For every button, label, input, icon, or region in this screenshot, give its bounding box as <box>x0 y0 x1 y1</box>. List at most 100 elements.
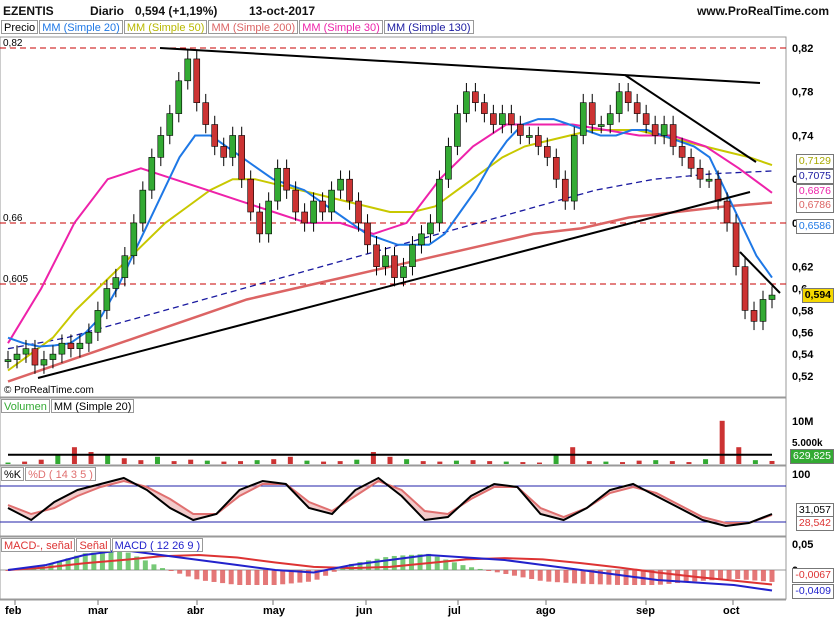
macd-hist-bar <box>469 567 475 570</box>
volume-bar <box>487 461 493 464</box>
candle-body <box>696 167 704 180</box>
volume-bar <box>221 461 227 464</box>
candle-body <box>94 310 102 333</box>
macd-hist-bar <box>563 570 569 583</box>
candle-body <box>13 353 21 360</box>
candle-body <box>445 146 452 180</box>
candle-body <box>409 244 416 267</box>
legend-stoch-d[interactable]: %D ( 14 3 5 ) <box>25 467 96 481</box>
macd-legend: MACD-, señal Señal MACD ( 12 26 9 ) <box>1 538 204 552</box>
macd-hist-bar <box>752 570 758 581</box>
candle-body <box>319 200 326 213</box>
volume-bar <box>204 460 210 464</box>
candle-body <box>588 102 596 125</box>
level-label-0605: 0,605 <box>3 274 28 285</box>
chip-macd-signal: -0,0067 <box>792 568 834 583</box>
macd-hist-bar <box>769 570 775 582</box>
candle-body <box>31 348 39 366</box>
candle-body <box>454 113 461 147</box>
candle-body <box>373 244 380 267</box>
volume-bar <box>420 461 426 464</box>
macd-hist-bar <box>572 570 578 584</box>
x-axis-label: abr <box>187 605 205 617</box>
candle-body <box>732 222 740 267</box>
candle-body <box>364 222 371 246</box>
candle-body <box>508 113 515 125</box>
x-axis-label: ago <box>536 605 556 617</box>
candle-body <box>166 113 174 136</box>
macd-hist-bar <box>760 570 766 582</box>
candle-body <box>759 299 767 322</box>
candle-body <box>337 178 344 191</box>
x-axis-label: may <box>263 605 286 617</box>
candle-body <box>193 58 201 103</box>
candle-body <box>633 102 641 114</box>
ma-line-50 <box>7 129 773 372</box>
candle-body <box>301 211 308 224</box>
candle-body <box>472 91 479 103</box>
macd-hist-bar <box>168 570 174 571</box>
candle-body <box>499 113 506 125</box>
price-tick-label: 0,56 <box>792 327 813 339</box>
candle-body <box>750 310 758 322</box>
legend-macd-signal-hist[interactable]: MACD-, señal <box>1 538 76 552</box>
candle-body <box>723 200 731 224</box>
volume-bar <box>354 459 360 464</box>
macd-hist-bar <box>211 570 217 582</box>
volume-bar <box>470 460 476 464</box>
x-axis-label: feb <box>5 605 22 617</box>
macd-hist-bar <box>546 570 552 582</box>
volume-bar <box>453 460 459 464</box>
macd-hist-bar <box>735 570 741 580</box>
candle-body <box>687 157 695 169</box>
level-label-066: 0,66 <box>3 213 23 224</box>
x-axis-label: jun <box>355 605 373 617</box>
copyright-label: © ProRealTime.com <box>4 385 94 396</box>
chip-ma20: 0,6586 <box>795 219 834 234</box>
volume-bar <box>769 460 775 464</box>
legend-volume-ma[interactable]: MM (Simple 20) <box>50 399 135 413</box>
macd-hist-bar <box>743 570 749 580</box>
candle-body <box>247 178 254 213</box>
macd-hist-bar <box>537 570 543 581</box>
macd-hist-bar <box>726 570 732 580</box>
volume-bar <box>703 459 709 464</box>
candle-body <box>67 342 75 349</box>
price-tick-label: 0,62 <box>792 262 813 274</box>
macd-hist-bar <box>160 568 166 570</box>
price-tick-label: 0,58 <box>792 305 813 317</box>
candle-body <box>139 189 147 224</box>
candle-body <box>463 91 470 114</box>
candle-body <box>121 255 129 278</box>
candle-body <box>49 353 57 360</box>
level-label-082: 0,82 <box>3 38 23 49</box>
macd-hist-bar <box>700 570 706 581</box>
legend-macd[interactable]: MACD ( 12 26 9 ) <box>111 538 204 552</box>
candle-body <box>58 342 66 355</box>
volume-bar <box>520 462 526 464</box>
volume-bar <box>154 456 160 464</box>
legend-volumen[interactable]: Volumen <box>1 399 50 413</box>
volume-bar <box>636 460 642 464</box>
macd-hist-bar <box>263 570 269 585</box>
price-tick-label: 0,78 <box>792 87 813 99</box>
moving-averages <box>7 118 773 383</box>
candle-body <box>229 135 237 158</box>
chart-canvas[interactable]: 0,82 0,66 0,605 0,820,780,740,70,660,620… <box>0 0 835 620</box>
volume-bar <box>653 460 659 464</box>
volume-bar <box>5 462 11 464</box>
chip-volume: 629,825 <box>790 449 834 464</box>
macd-hist-bar <box>151 564 157 570</box>
x-axis-label: sep <box>636 605 655 617</box>
candle-body <box>310 200 317 224</box>
ma-line-20 <box>7 118 773 348</box>
macd-hist-bar <box>237 570 243 585</box>
legend-stoch-k[interactable]: %K <box>1 467 25 481</box>
chip-stoch-d: 28,542 <box>795 516 834 531</box>
macd-hist-bar <box>477 568 483 570</box>
legend-macd-senal[interactable]: Señal <box>76 538 111 552</box>
macd-hist-bar <box>245 570 251 585</box>
candle-body <box>660 124 668 136</box>
x-axis-label: jul <box>447 605 461 617</box>
candle-body <box>283 167 290 191</box>
